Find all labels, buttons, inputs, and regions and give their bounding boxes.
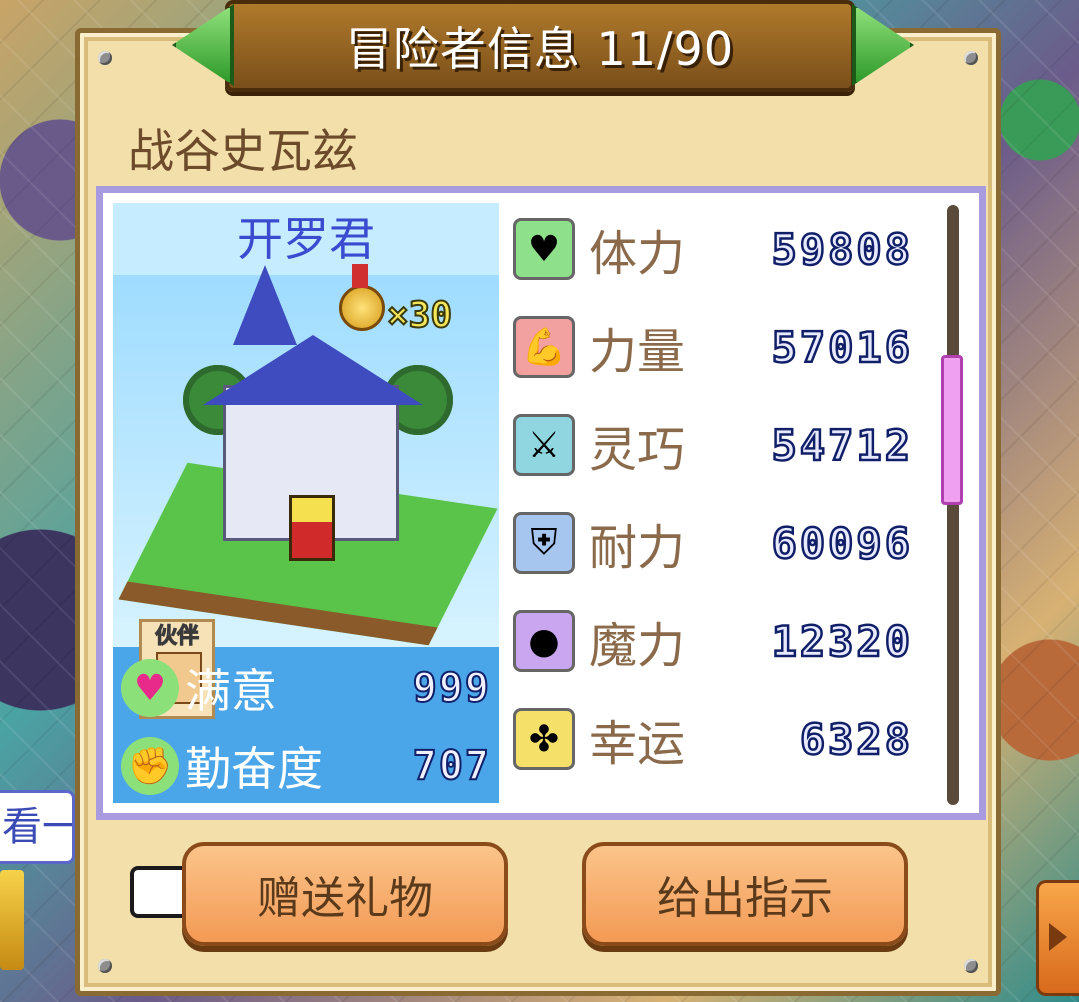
stat-value: 6328 bbox=[799, 713, 913, 765]
heart-icon: ♥ bbox=[513, 218, 575, 280]
fist-icon: ✊ bbox=[121, 737, 179, 795]
hero-sprite bbox=[289, 495, 335, 561]
shield-icon: ⛨ bbox=[513, 512, 575, 574]
diligence-value: 707 bbox=[412, 742, 491, 790]
rivet-icon bbox=[964, 959, 978, 973]
stat-row: ⛨ 耐力 60096 bbox=[513, 503, 913, 583]
heart-icon: ♥ bbox=[121, 659, 179, 717]
portrait-card: 开罗君 ×30 伙伴 ♥ 满意 999 ✊ 勤奋度 707 bbox=[113, 203, 499, 803]
house-scene: ×30 伙伴 bbox=[113, 264, 499, 719]
stat-row: 💪 力量 57016 bbox=[513, 307, 913, 387]
stat-value: 59808 bbox=[770, 223, 913, 275]
stat-label: 力量 bbox=[589, 324, 686, 380]
clover-icon: ✤ bbox=[513, 708, 575, 770]
trophy-icon bbox=[0, 870, 24, 970]
stat-label: 魔力 bbox=[589, 618, 686, 674]
scroll-thumb[interactable] bbox=[941, 355, 963, 505]
scrollbar[interactable] bbox=[941, 205, 963, 805]
side-view-button[interactable]: 看一 bbox=[0, 790, 75, 864]
stat-label: 灵巧 bbox=[589, 422, 686, 478]
stat-value: 54712 bbox=[770, 419, 913, 471]
card-title: 开罗君 bbox=[113, 203, 499, 275]
rivet-icon bbox=[98, 51, 112, 65]
stat-label: 体力 bbox=[589, 226, 686, 282]
stat-row: ♥ 体力 59808 bbox=[513, 209, 913, 289]
arm-icon: 💪 bbox=[513, 316, 575, 378]
medal-icon bbox=[339, 264, 385, 331]
give-instructions-button[interactable]: 给出指示 bbox=[582, 842, 908, 946]
stat-value: 12320 bbox=[770, 615, 913, 667]
info-content: 开罗君 ×30 伙伴 ♥ 满意 999 ✊ 勤奋度 707 ♥ 体力 59808… bbox=[96, 186, 986, 820]
give-gift-button[interactable]: 赠送礼物 bbox=[182, 842, 508, 946]
partner-label: 伙伴 bbox=[154, 624, 199, 650]
tower-icon bbox=[233, 265, 297, 345]
diligence-label: 勤奋度 bbox=[185, 742, 323, 796]
rivet-icon bbox=[98, 959, 112, 973]
orb-icon: ● bbox=[513, 610, 575, 672]
stat-value: 57016 bbox=[770, 321, 913, 373]
satisfaction-label: 满意 bbox=[185, 664, 277, 718]
satisfaction-row: ♥ 满意 999 bbox=[113, 651, 499, 725]
stat-row: ⚔ 灵巧 54712 bbox=[513, 405, 913, 485]
stat-row: ● 魔力 12320 bbox=[513, 601, 913, 681]
rivet-icon bbox=[964, 51, 978, 65]
stat-value: 60096 bbox=[770, 517, 913, 569]
title-banner: 冒险者信息 11/90 bbox=[225, 0, 855, 92]
stat-label: 耐力 bbox=[589, 520, 686, 576]
page-title: 冒险者信息 11/90 bbox=[345, 22, 735, 76]
roof-icon bbox=[203, 335, 423, 405]
stat-row: ✤ 幸运 6328 bbox=[513, 699, 913, 779]
diligence-row: ✊ 勤奋度 707 bbox=[113, 729, 499, 803]
adventurer-name: 战谷史瓦兹 bbox=[128, 124, 358, 178]
stat-label: 幸运 bbox=[589, 716, 686, 772]
crossed-swords-icon: ⚔ bbox=[513, 414, 575, 476]
side-arrow-button[interactable] bbox=[1036, 880, 1079, 996]
medal-count: ×30 bbox=[386, 294, 453, 337]
satisfaction-value: 999 bbox=[412, 664, 491, 712]
